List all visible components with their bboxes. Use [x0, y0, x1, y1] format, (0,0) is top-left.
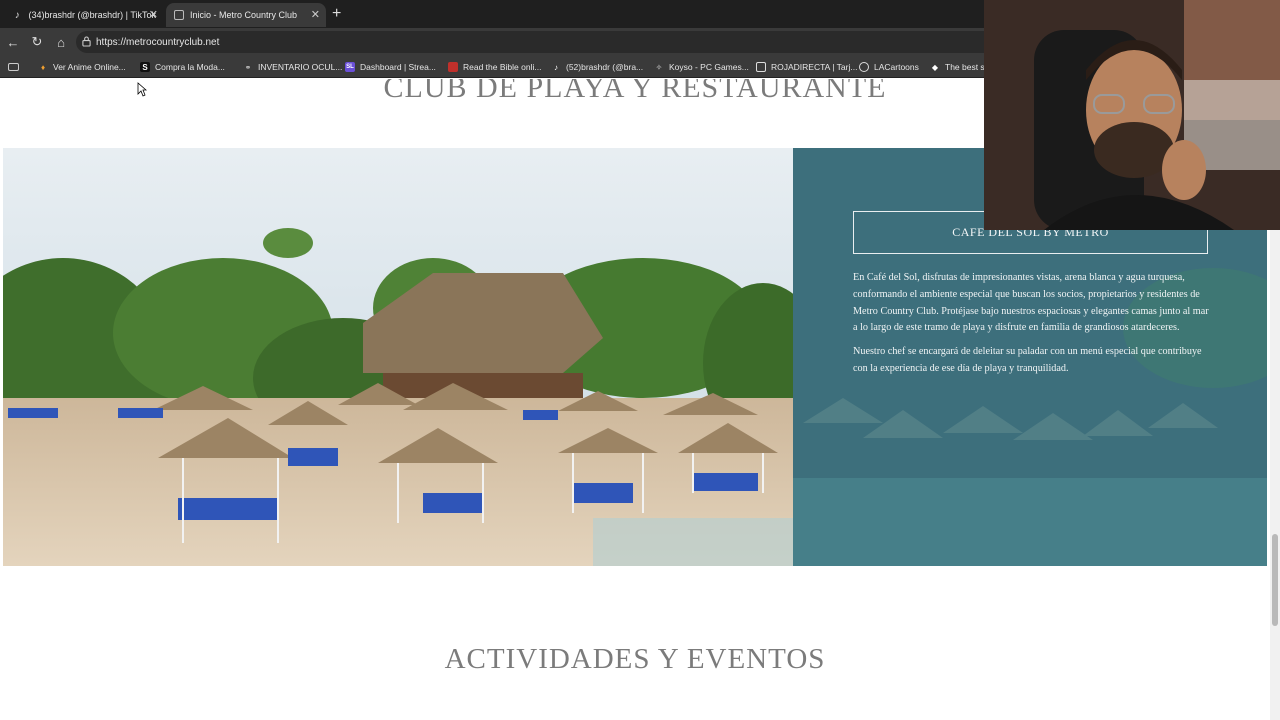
bookmark-inventario[interactable]: ⚭ INVENTARIO OCUL...: [243, 60, 343, 74]
home-icon[interactable]: ⌂: [52, 33, 70, 51]
sl-icon: SL: [345, 62, 355, 72]
url-text: https://metrocountryclub.net: [96, 36, 220, 48]
bookmark-tiktok[interactable]: ♪ (52)brashdr (@bra...: [551, 60, 643, 74]
reload-icon[interactable]: ↻: [28, 33, 46, 51]
bookmark-compra-moda[interactable]: S Compra la Moda...: [140, 60, 225, 74]
bookmarks-menu-icon[interactable]: [8, 60, 24, 74]
cafe-del-sol-description: En Café del Sol, disfrutas de impresiona…: [853, 270, 1209, 385]
tab-tiktok[interactable]: ♪ (34)brashdr (@brashdr) | TikTok ✕: [4, 3, 164, 27]
site-info-icon[interactable]: [82, 36, 91, 47]
tiktok-icon: ♪: [14, 9, 20, 21]
tab-title: Inicio - Metro Country Club: [190, 10, 298, 20]
bookmark-the-best[interactable]: ◆ The best st: [930, 60, 987, 74]
section-title-actividades: ACTIVIDADES Y EVENTOS: [444, 643, 826, 675]
globe-icon: [859, 62, 869, 72]
page-icon: [174, 10, 184, 20]
mouse-cursor-icon: [137, 82, 147, 97]
new-tab-button[interactable]: +: [332, 5, 341, 23]
back-icon[interactable]: ←: [4, 33, 22, 51]
close-tab-icon[interactable]: ✕: [311, 8, 320, 21]
sparkle-icon: ✧: [655, 62, 663, 72]
description-paragraph-1: En Café del Sol, disfrutas de impresiona…: [853, 272, 1209, 334]
tiktok-icon: ♪: [554, 62, 558, 72]
flame-icon: ♦: [40, 62, 46, 72]
bookmark-lacartoons[interactable]: LACartoons: [859, 60, 919, 74]
url-field[interactable]: https://metrocountryclub.net: [76, 31, 996, 53]
bookmark-dashboard[interactable]: SL Dashboard | Strea...: [345, 60, 436, 74]
diamond-icon: ◆: [931, 62, 939, 72]
link-icon: ⚭: [244, 62, 252, 72]
scrollbar-thumb[interactable]: [1272, 534, 1278, 626]
webcam-overlay: [984, 0, 1280, 230]
beach-photo: [3, 148, 793, 566]
bookmark-bible[interactable]: Read the Bible onli...: [448, 60, 541, 74]
bookmark-koyso[interactable]: ✧ Koyso - PC Games...: [654, 60, 749, 74]
tab-title: (34)brashdr (@brashdr) | TikTok: [28, 10, 156, 20]
close-tab-icon[interactable]: ✕: [149, 8, 158, 21]
tab-metro-country-club[interactable]: Inicio - Metro Country Club ✕: [166, 3, 326, 27]
bible-icon: [448, 62, 458, 72]
bookmark-rojadirecta[interactable]: ROJADIRECTA | Tarj...: [756, 60, 857, 74]
tv-icon: [756, 62, 766, 72]
description-paragraph-2: Nuestro chef se encargará de deleitar su…: [853, 346, 1202, 374]
bookmark-ver-anime[interactable]: ♦ Ver Anime Online...: [38, 60, 126, 74]
s-icon: S: [140, 62, 150, 72]
